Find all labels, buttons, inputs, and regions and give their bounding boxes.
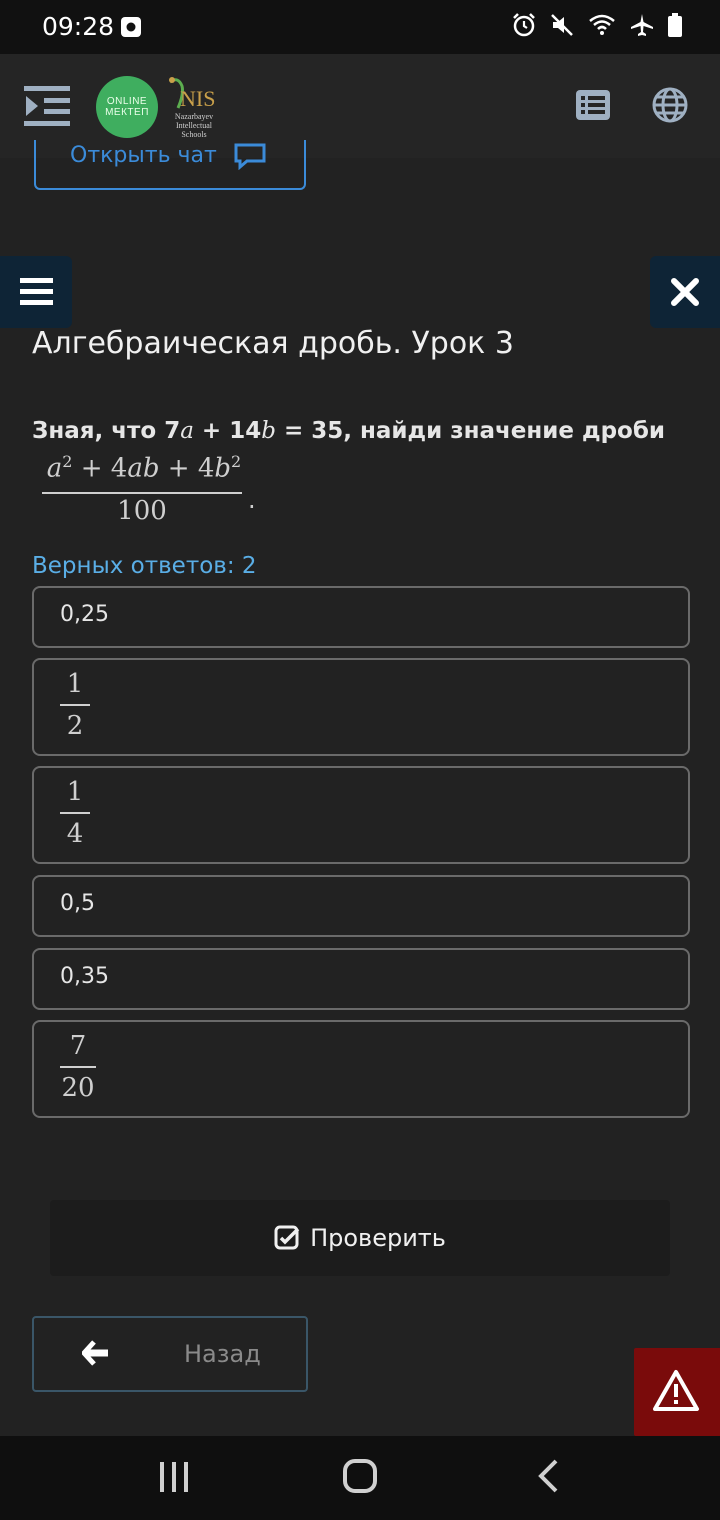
status-bar: 09:28	[0, 0, 720, 54]
answer-fraction-num: 1	[66, 669, 84, 699]
list-icon[interactable]	[576, 90, 610, 120]
fraction-period: .	[248, 486, 256, 514]
report-problem-button[interactable]	[634, 1348, 720, 1436]
nis-sub-line-3: Schools	[181, 130, 207, 139]
status-icons	[512, 12, 682, 38]
fraction-denominator: 100	[117, 496, 167, 526]
num-plus: + 4	[159, 453, 215, 484]
question-fraction: a2 + 4ab + 4b2 100 .	[42, 452, 262, 530]
answer-fraction: 1 4	[60, 776, 90, 850]
chat-button-content: Открыть чат	[70, 142, 267, 170]
answer-option-text: 0,35	[60, 964, 109, 989]
question-mid: + 14	[193, 418, 262, 444]
nis-logo-subtitle: Nazarbayev Intellectual Schools	[172, 112, 216, 139]
battery-icon	[668, 13, 682, 37]
system-navigation-bar	[0, 1436, 720, 1520]
answer-option-3[interactable]: 1 4	[32, 766, 690, 864]
nis-sub-line-1: Nazarbayev	[174, 112, 214, 121]
num-a: a	[46, 453, 63, 484]
answer-fraction-num: 1	[66, 777, 84, 807]
num-exp-1: 2	[62, 452, 73, 471]
back-button-label: Назад	[184, 1340, 261, 1368]
answer-fraction-bar	[60, 704, 90, 706]
online-mektep-logo[interactable]: ONLINE МЕКТЕП	[96, 76, 158, 138]
open-chat-button[interactable]: Открыть чат	[34, 140, 306, 190]
fraction-bar	[42, 492, 242, 494]
answer-option-4[interactable]: 0,5	[32, 875, 690, 937]
back-button[interactable]: Назад	[32, 1316, 308, 1392]
answer-fraction-num: 7	[69, 1031, 87, 1061]
answer-fraction-den: 2	[66, 711, 84, 741]
checkbox-check-icon	[274, 1225, 300, 1250]
hamburger-icon	[20, 278, 53, 305]
question-var-a: a	[180, 418, 194, 444]
correct-answers-count: Верных ответов: 2	[32, 553, 257, 579]
answer-fraction-den: 20	[61, 1073, 95, 1103]
check-button-label: Проверить	[310, 1224, 446, 1252]
answer-fraction-den: 4	[66, 819, 84, 849]
answer-option-1[interactable]: 0,25	[32, 586, 690, 648]
answer-fraction: 1 2	[60, 668, 90, 742]
question-var-b: b	[261, 418, 276, 444]
recent-apps-icon[interactable]	[158, 1460, 190, 1494]
logo-text-line-2: МЕКТЕП	[105, 107, 149, 118]
nis-sub-line-2: Intellectual	[176, 121, 212, 130]
close-button[interactable]	[650, 256, 720, 328]
question-text: Зная, что 7a + 14b = 35, найди значение …	[32, 418, 665, 444]
home-icon[interactable]	[342, 1458, 378, 1494]
airplane-icon	[631, 14, 653, 36]
alarm-icon	[513, 13, 535, 37]
page-title: Алгебраическая дробь. Урок 3	[32, 326, 514, 361]
answer-option-6[interactable]: 7 20	[32, 1020, 690, 1118]
globe-icon[interactable]	[652, 87, 688, 123]
side-menu-button[interactable]	[0, 256, 72, 328]
answer-fraction-bar	[60, 1066, 96, 1068]
arrow-left-icon	[82, 1340, 108, 1366]
num-b: b	[214, 453, 232, 484]
photo-icon	[121, 17, 141, 37]
num-exp-2: 2	[231, 452, 242, 471]
close-icon	[671, 278, 699, 306]
status-time: 09:28	[42, 12, 115, 41]
question-prefix: Зная, что 7	[32, 418, 181, 444]
menu-collapse-icon[interactable]	[24, 84, 72, 128]
fraction-numerator: a2 + 4ab + 4b2	[46, 452, 242, 484]
num-ab: ab	[127, 453, 160, 484]
answer-fraction-bar	[60, 812, 90, 814]
answer-option-2[interactable]: 1 2	[32, 658, 690, 756]
answer-option-text: 0,5	[60, 891, 95, 916]
check-button[interactable]: Проверить	[50, 1200, 670, 1276]
nav-back-icon[interactable]	[536, 1458, 560, 1494]
answer-fraction: 7 20	[60, 1030, 96, 1104]
chat-icon	[234, 143, 266, 170]
logo-text-line-1: ONLINE	[106, 96, 148, 107]
answer-option-5[interactable]: 0,35	[32, 948, 690, 1010]
chat-label: Открыть чат	[70, 143, 217, 168]
num-middle: + 4	[72, 453, 128, 484]
answer-option-text: 0,25	[60, 602, 109, 627]
warning-icon	[653, 1370, 699, 1411]
wifi-icon	[589, 14, 615, 35]
question-suffix: = 35, найди значение дроби	[275, 418, 666, 444]
nis-logo-text: NIS	[180, 86, 216, 111]
mute-icon	[551, 14, 573, 36]
